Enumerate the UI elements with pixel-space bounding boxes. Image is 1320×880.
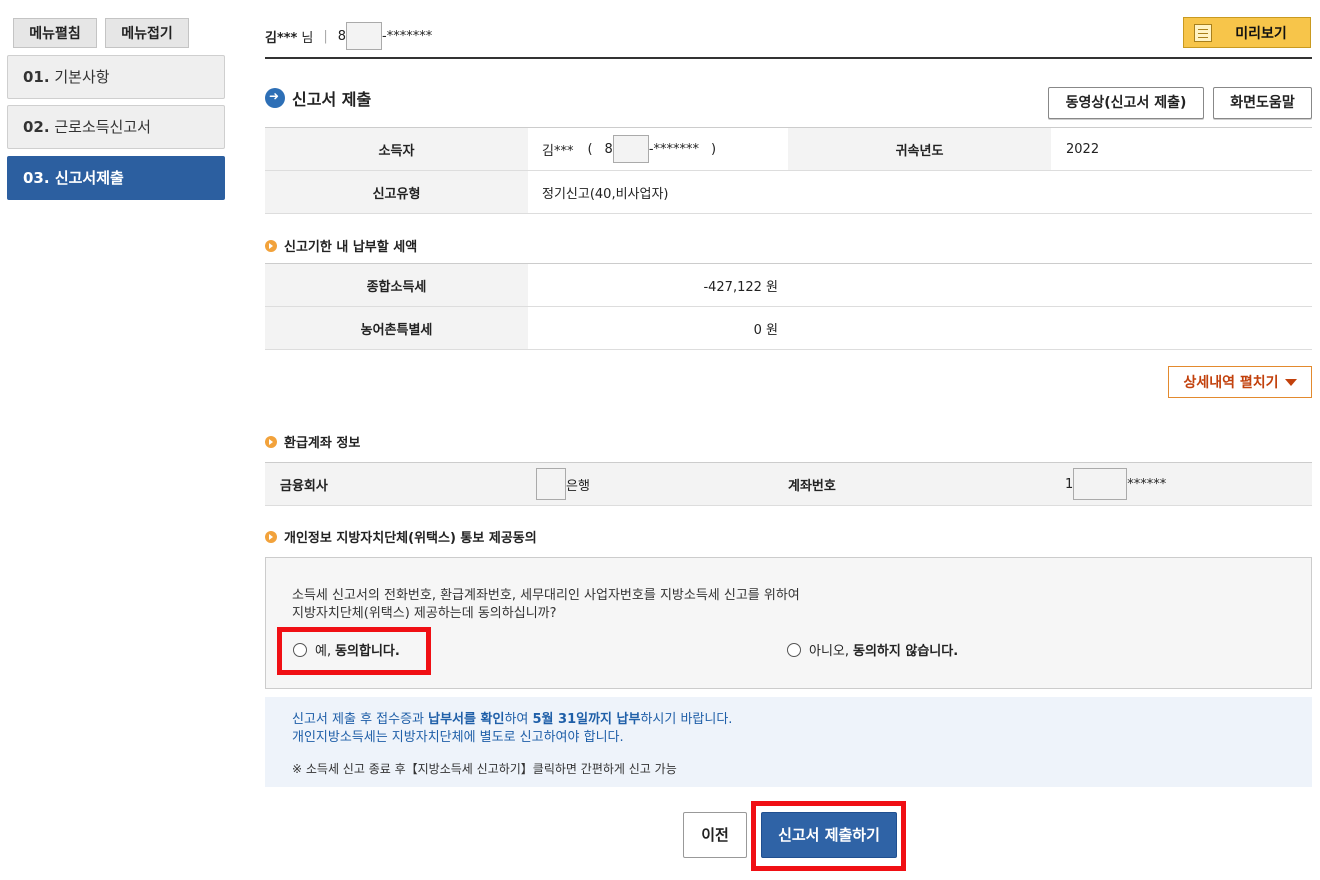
sidebar-item-label: 근로소득신고서 [54, 118, 151, 136]
account-suffix: ****** [1127, 476, 1167, 492]
highlight-box [751, 801, 906, 871]
consent-no-option[interactable]: 아니오, 동의하지 않습니다. [787, 640, 958, 659]
section-title-text: 신고기한 내 납부할 세액 [284, 240, 418, 255]
header-divider [265, 57, 1312, 59]
table-row: 금융회사 은행 계좌번호 1 ****** [265, 463, 1312, 506]
notice-text: 하시기 바랍니다. [640, 712, 733, 727]
notice-line: 개인지방소득세는 지방자치단체에 별도로 신고하여야 합니다. [292, 730, 624, 745]
prev-button[interactable]: 이전 [683, 812, 747, 858]
bank-suffix: 은행 [566, 478, 590, 494]
sidebar-item-number: 03. [23, 169, 50, 187]
paren-close: ) [711, 141, 717, 157]
menu-collapse-button[interactable]: 메뉴접기 [105, 18, 189, 48]
consent-no-label: 동의하지 않습니다. [853, 644, 959, 659]
section-title-submission: 신고서 제출 [265, 86, 371, 110]
notice-text: 하여 [504, 712, 533, 727]
section-title-tax-due: 신고기한 내 납부할 세액 [265, 236, 417, 255]
earner-name: 김*** [542, 143, 574, 159]
expand-details-button[interactable]: 상세내역 펼치기 [1168, 366, 1312, 398]
notice-line: 신고서 제출 후 접수증과 납부서를 확인하여 5월 31일까지 납부하시기 바… [292, 711, 732, 729]
year-label: 귀속년도 [788, 128, 1051, 170]
sidebar-item-number: 01. [23, 68, 50, 86]
redacted-box [346, 22, 382, 50]
account-value: 1 ****** [1065, 463, 1312, 505]
bullet-icon [265, 530, 277, 543]
section-title-text: 신고서 제출 [292, 90, 372, 109]
account-prefix: 1 [1065, 476, 1074, 492]
bank-label: 금융회사 [280, 478, 328, 494]
sidebar-item-label: 기본사항 [54, 68, 110, 86]
income-tax-value: -427,122 원 [703, 279, 778, 295]
notice-emphasis: 납부서를 확인 [428, 712, 505, 727]
report-type-value: 정기신고(40,비사업자) [542, 186, 669, 202]
account-label: 계좌번호 [788, 478, 836, 494]
notice-emphasis: 5월 31일까지 납부 [532, 712, 641, 727]
screen-help-button[interactable]: 화면도움말 [1213, 87, 1312, 119]
notice-text: 신고서 제출 후 접수증과 [292, 712, 429, 727]
rural-tax-value: 0 원 [753, 322, 778, 338]
bank-value: 은행 [536, 463, 786, 505]
bullet-icon [265, 239, 277, 252]
radio-icon[interactable] [787, 642, 801, 657]
paren-open: ( [587, 141, 593, 157]
sidebar-item-submit-report[interactable]: 03. 신고서제출 [7, 156, 225, 200]
header-separator: | [323, 28, 328, 44]
user-id-prefix: 8 [337, 28, 346, 44]
section-title-consent: 개인정보 지방자치단체(위택스) 통보 제공동의 [265, 527, 537, 546]
earner-value: 김*** ( 8 -******* ) [528, 128, 788, 170]
user-honorific: 님 [301, 30, 314, 46]
redacted-box [612, 135, 649, 163]
document-icon [1194, 23, 1212, 42]
notice-note: ※ 소득세 신고 종료 후【지방소득세 신고하기】클릭하면 간편하게 신고 가능 [292, 762, 677, 776]
earner-id-prefix: 8 [604, 141, 613, 157]
user-name: 김*** [265, 30, 298, 46]
table-row: 농어촌특별세 0 원 [265, 307, 1312, 350]
expand-details-label: 상세내역 펼치기 [1183, 375, 1279, 391]
consent-question-line: 소득세 신고서의 전화번호, 환급계좌번호, 세무대리인 사업자번호를 지방소득… [292, 588, 800, 603]
earner-id-suffix: -******* [648, 141, 700, 157]
table-row: 신고유형 정기신고(40,비사업자) [265, 171, 1312, 214]
preview-button[interactable]: 미리보기 [1183, 17, 1311, 48]
sidebar-item-label: 신고서제출 [54, 169, 124, 187]
sidebar-item-earned-income[interactable]: 02. 근로소득신고서 [7, 105, 225, 149]
preview-label: 미리보기 [1235, 25, 1287, 42]
section-title-text: 개인정보 지방자치단체(위택스) 통보 제공동의 [284, 531, 537, 546]
chevron-down-icon [1284, 378, 1297, 386]
redacted-box [1073, 468, 1128, 500]
earner-label: 소득자 [265, 128, 528, 170]
notice-box: 신고서 제출 후 접수증과 납부서를 확인하여 5월 31일까지 납부하시기 바… [265, 697, 1312, 787]
user-id-suffix: -******* [382, 28, 433, 44]
table-row: 종합소득세 -427,122 원 [265, 264, 1312, 307]
report-type-label: 신고유형 [265, 171, 528, 213]
menu-expand-button[interactable]: 메뉴펼침 [13, 18, 97, 48]
section-title-refund: 환급계좌 정보 [265, 432, 360, 451]
video-guide-button[interactable]: 동영상(신고서 제출) [1048, 87, 1204, 119]
table-row: 소득자 김*** ( 8 -******* ) 귀속년도 2022 [265, 128, 1312, 171]
bullet-icon [265, 435, 277, 448]
consent-question: 소득세 신고서의 전화번호, 환급계좌번호, 세무대리인 사업자번호를 지방소득… [292, 587, 800, 623]
sidebar-item-basic-info[interactable]: 01. 기본사항 [7, 55, 225, 99]
redacted-box [536, 468, 566, 500]
highlight-box [277, 627, 431, 675]
income-tax-label: 종합소득세 [265, 264, 528, 306]
rural-tax-label: 농어촌특별세 [265, 307, 528, 349]
consent-question-line: 지방자치단체(위택스) 제공하는데 동의하십니까? [292, 606, 557, 621]
year-value: 2022 [1066, 141, 1100, 157]
consent-no-prefix: 아니오, [809, 644, 850, 659]
user-info: 김*** 님 | 8 -******* [265, 22, 432, 50]
section-title-text: 환급계좌 정보 [284, 436, 361, 451]
sidebar-item-number: 02. [23, 118, 50, 136]
arrow-circle-icon [265, 88, 285, 108]
